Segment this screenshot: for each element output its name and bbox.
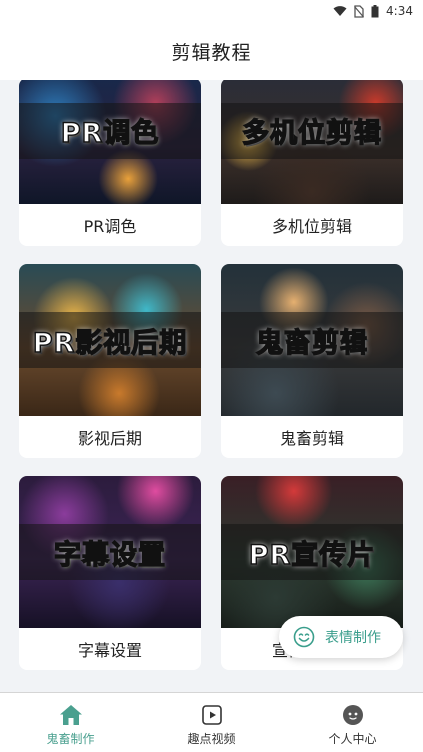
emoji-maker-label: 表情制作 xyxy=(325,630,381,646)
thumbnail-banner-text: 字幕设置 xyxy=(53,539,166,571)
nav-label: 个人中心 xyxy=(328,732,377,746)
tutorial-thumbnail: 鬼畜剪辑 xyxy=(221,264,403,416)
thumbnail-banner: 鬼畜剪辑 xyxy=(221,312,403,368)
tutorial-label: 多机位剪辑 xyxy=(271,217,352,236)
nav-label: 趣点视频 xyxy=(187,732,236,746)
thumbnail-banner: 字幕设置 xyxy=(19,524,201,580)
nav-item-kichiku-make[interactable]: 鬼畜制作 xyxy=(11,698,131,747)
tutorial-card-multicam[interactable]: 多机位剪辑 多机位剪辑 xyxy=(221,80,403,246)
wifi-icon xyxy=(333,6,347,16)
tutorial-label: 鬼畜剪辑 xyxy=(279,429,344,448)
nav-item-profile[interactable]: 个人中心 xyxy=(293,698,413,747)
thumbnail-banner-text: 多机位剪辑 xyxy=(241,118,382,150)
tutorial-thumbnail: 字幕设置 xyxy=(19,476,201,628)
tutorial-label: 影视后期 xyxy=(77,429,142,448)
thumbnail-banner-text: PR调色 xyxy=(60,118,160,150)
battery-icon xyxy=(371,4,379,17)
tutorial-thumbnail: PR调色 xyxy=(19,80,201,204)
tutorial-thumbnail: 多机位剪辑 xyxy=(221,80,403,204)
no-sim-icon xyxy=(354,4,365,18)
tutorial-label: PR调色 xyxy=(83,217,137,236)
tutorial-list[interactable]: PR调色 PR调色 多机位剪辑 多机位剪辑 PR影视后期 影视后期 鬼畜剪辑 鬼… xyxy=(0,80,423,692)
tutorial-card-subtitles[interactable]: 字幕设置 字幕设置 xyxy=(19,476,201,670)
nav-item-fun-video[interactable]: 趣点视频 xyxy=(152,698,272,747)
thumbnail-banner: 多机位剪辑 xyxy=(221,102,403,159)
tutorial-card-pr-color[interactable]: PR调色 PR调色 xyxy=(19,80,201,246)
smiley-icon xyxy=(293,626,315,648)
page-title: 剪辑教程 xyxy=(171,41,252,64)
thumbnail-banner: PR宣传片 xyxy=(221,524,403,580)
tutorial-thumbnail: PR宣传片 xyxy=(221,476,403,628)
status-bar: 4:34 xyxy=(0,0,423,22)
video-icon xyxy=(201,705,222,725)
thumbnail-banner-text: PR宣传片 xyxy=(248,539,376,571)
clock-time: 4:34 xyxy=(386,4,413,18)
nav-label: 鬼畜制作 xyxy=(46,732,95,746)
thumbnail-banner: PR影视后期 xyxy=(19,312,201,368)
tutorial-label: 字幕设置 xyxy=(77,641,142,660)
profile-icon xyxy=(342,705,363,725)
emoji-maker-button[interactable]: 表情制作 xyxy=(279,616,403,658)
thumbnail-banner-text: 鬼畜剪辑 xyxy=(255,327,368,359)
tutorial-card-kichiku[interactable]: 鬼畜剪辑 鬼畜剪辑 xyxy=(221,264,403,458)
header: 剪辑教程 xyxy=(0,22,423,80)
home-icon xyxy=(59,705,82,725)
tutorial-thumbnail: PR影视后期 xyxy=(19,264,201,416)
thumbnail-banner-text: PR影视后期 xyxy=(32,327,188,359)
thumbnail-banner: PR调色 xyxy=(19,102,201,159)
bottom-nav: 鬼畜制作 趣点视频 个人中心 xyxy=(0,692,423,752)
tutorial-card-post-production[interactable]: PR影视后期 影视后期 xyxy=(19,264,201,458)
